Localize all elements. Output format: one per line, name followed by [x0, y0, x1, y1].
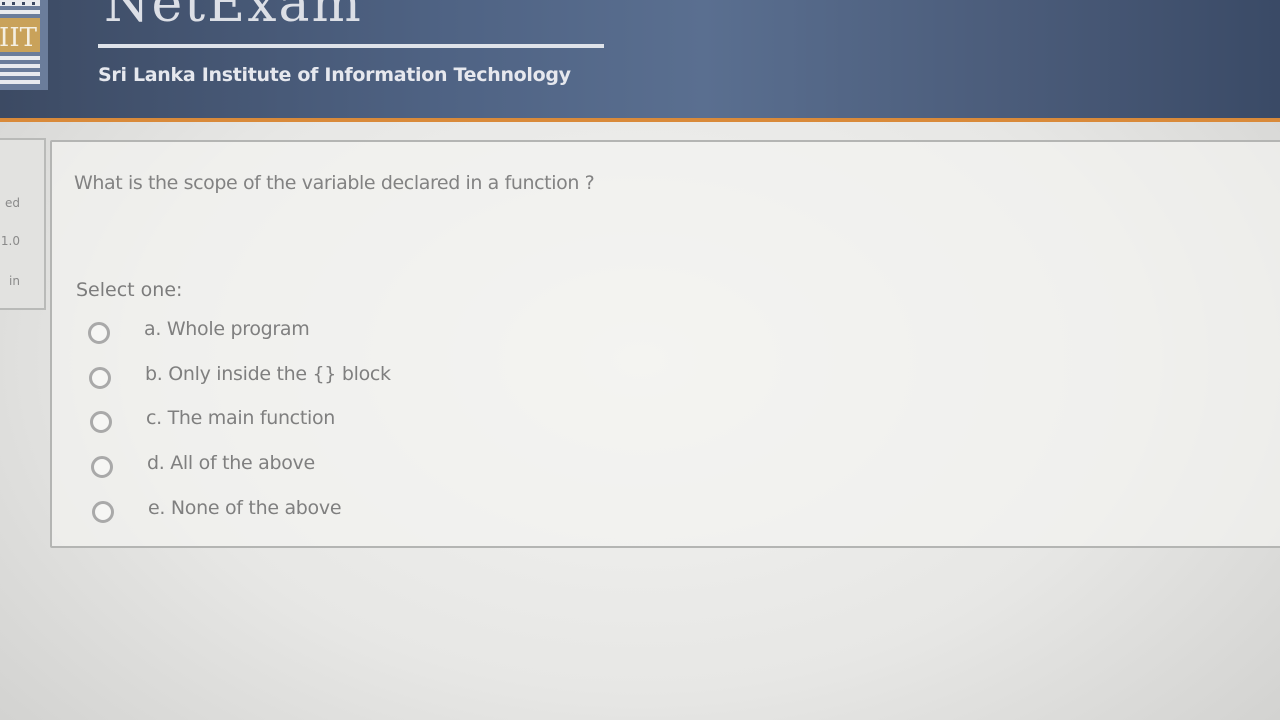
option-label-a[interactable]: a. Whole program	[144, 318, 310, 340]
option-label-d[interactable]: d. All of the above	[147, 452, 315, 474]
app-title: NetExam	[104, 0, 363, 34]
radio-button-b[interactable]	[89, 367, 111, 389]
option-label-e[interactable]: e. None of the above	[148, 497, 342, 519]
site-header: IIT NetExam Sri Lanka Institute of Infor…	[0, 0, 1280, 122]
question-info-panel: ed 1.0 in	[0, 138, 46, 310]
institution-name: Sri Lanka Institute of Information Techn…	[98, 64, 571, 86]
logo-text: IIT	[0, 23, 38, 53]
question-card: What is the scope of the variable declar…	[50, 140, 1280, 548]
sliit-logo-icon: IIT	[0, 0, 48, 90]
question-text: What is the scope of the variable declar…	[74, 172, 595, 194]
option-label-b[interactable]: b. Only inside the {} block	[145, 363, 391, 385]
info-flag: in	[9, 274, 20, 288]
info-status: ed	[5, 196, 20, 210]
radio-button-d[interactable]	[91, 456, 113, 478]
radio-button-c[interactable]	[90, 411, 112, 433]
radio-button-e[interactable]	[92, 501, 114, 523]
radio-button-a[interactable]	[88, 322, 110, 344]
title-divider	[98, 44, 604, 48]
option-label-c[interactable]: c. The main function	[146, 407, 335, 429]
info-marks: 1.0	[0, 234, 20, 248]
select-one-prompt: Select one:	[76, 279, 183, 301]
